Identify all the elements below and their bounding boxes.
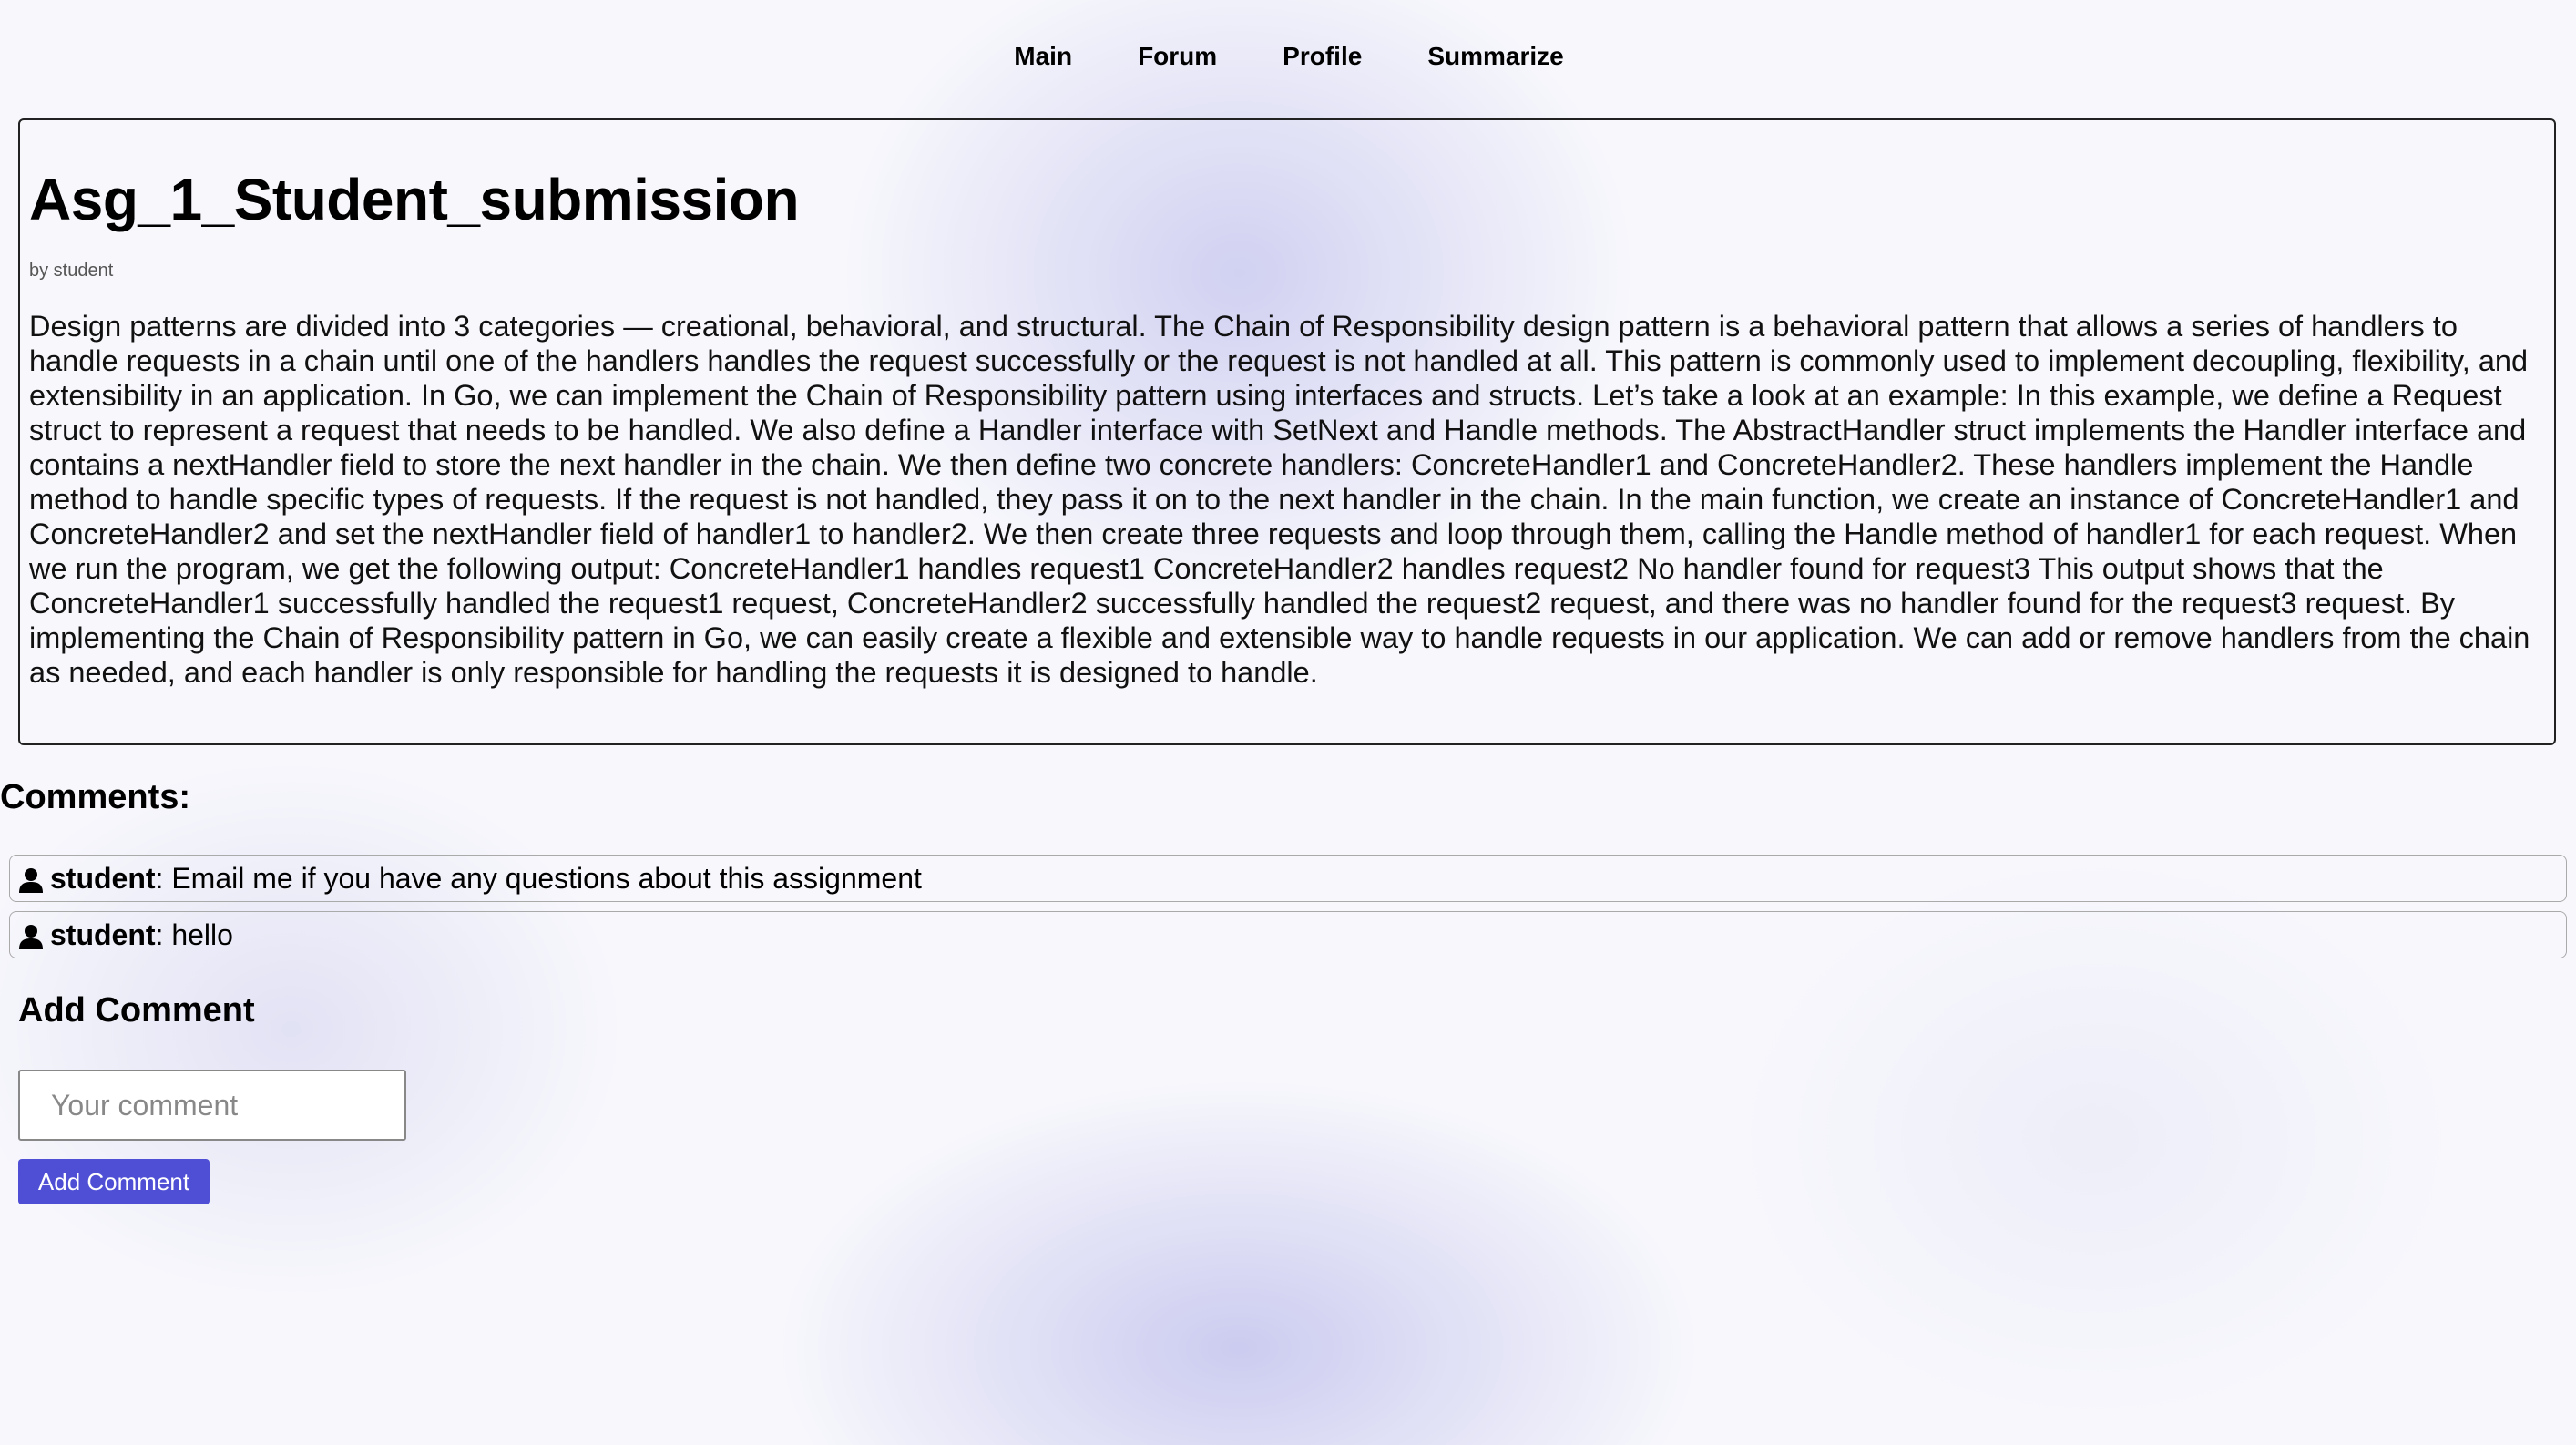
post-card: Asg_1_Student_submission by student Desi… bbox=[18, 118, 2556, 745]
post-author: by student bbox=[29, 261, 114, 282]
comment-author: student bbox=[50, 917, 156, 951]
comment-text: hello bbox=[171, 917, 233, 951]
comment-separator: : bbox=[155, 917, 172, 951]
post-title: Asg_1_Student_submission bbox=[29, 167, 800, 232]
comment-author: student bbox=[50, 861, 156, 895]
nav-forum[interactable]: Forum bbox=[1136, 42, 1217, 71]
nav-summarize[interactable]: Summarize bbox=[1426, 42, 1563, 71]
comment-item: student: hello bbox=[9, 911, 2567, 958]
user-icon bbox=[19, 868, 43, 893]
nav-main[interactable]: Main bbox=[1012, 42, 1072, 71]
post-body: Design patterns are divided into 3 categ… bbox=[29, 310, 2530, 690]
top-nav: Main Forum Profile Summarize bbox=[0, 36, 2576, 77]
comment-input[interactable] bbox=[18, 1070, 406, 1141]
comment-item: student: Email me if you have any questi… bbox=[9, 855, 2567, 902]
add-comment-heading: Add Comment bbox=[18, 991, 255, 1030]
user-icon bbox=[19, 925, 43, 949]
add-comment-button[interactable]: Add Comment bbox=[18, 1159, 210, 1204]
comments-heading: Comments: bbox=[0, 778, 191, 816]
nav-profile[interactable]: Profile bbox=[1281, 42, 1362, 71]
comment-separator: : bbox=[155, 861, 172, 895]
comment-text: Email me if you have any questions about… bbox=[171, 861, 922, 895]
